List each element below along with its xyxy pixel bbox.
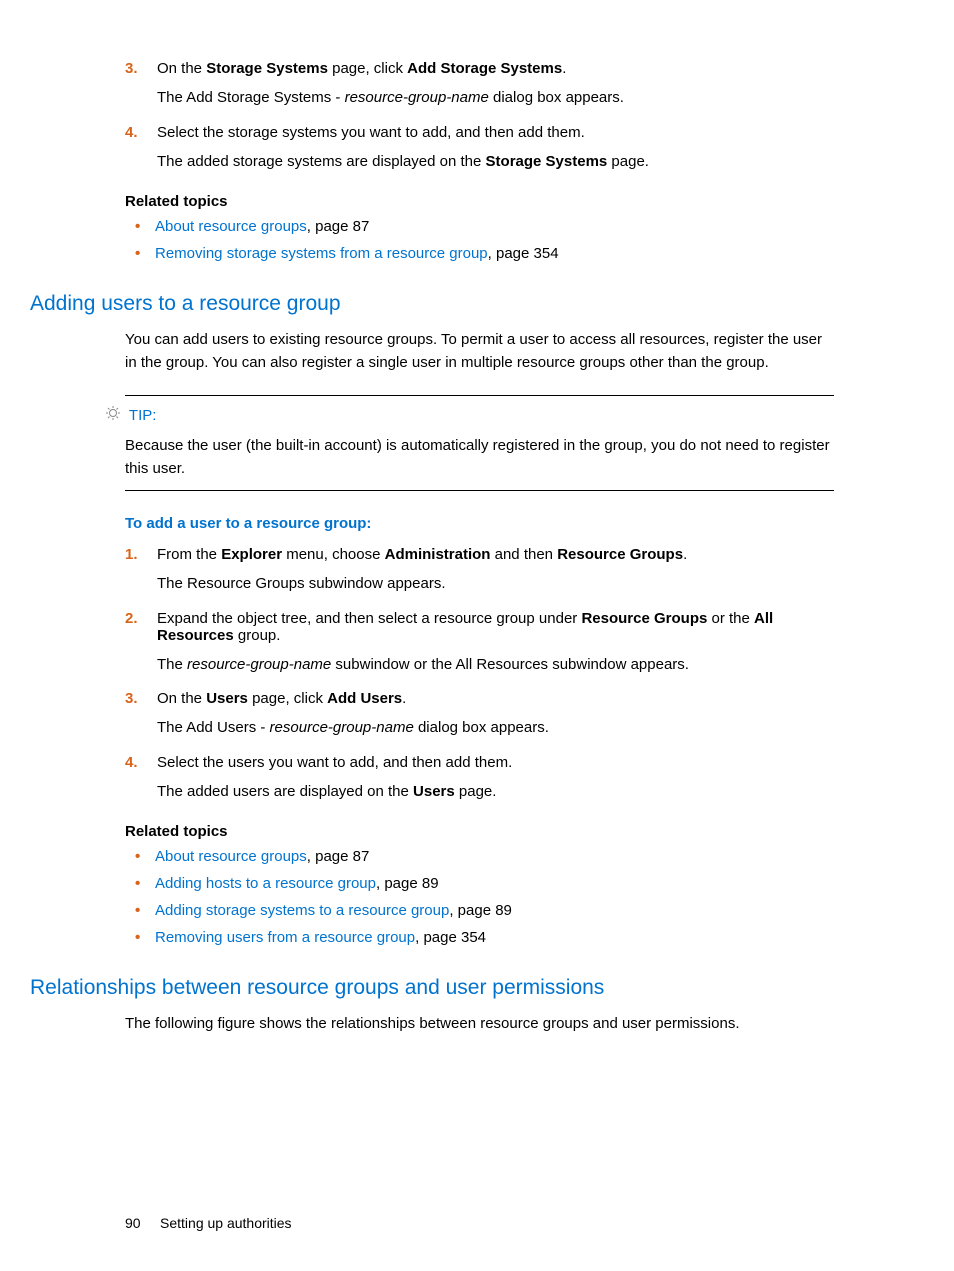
step-text: Select the storage systems you want to a… [157, 124, 585, 141]
link-about-resource-groups[interactable]: About resource groups [155, 218, 307, 235]
proc-a-step-3: On the Storage Systems page, click Add S… [125, 60, 834, 110]
list-item: About resource groups, page 87 [125, 848, 834, 865]
section-paragraph: You can add users to existing resource g… [125, 328, 834, 375]
link-adding-hosts[interactable]: Adding hosts to a resource group [155, 875, 376, 892]
proc-b-step-3: On the Users page, click Add Users. The … [125, 690, 834, 740]
proc-a-step-4: Select the storage systems you want to a… [125, 124, 834, 174]
lightbulb-icon [105, 406, 121, 426]
step-result: The added users are displayed on the Use… [157, 781, 834, 804]
step-result: The Resource Groups subwindow appears. [157, 573, 834, 596]
list-item: Removing users from a resource group, pa… [125, 929, 834, 946]
procedure-a: On the Storage Systems page, click Add S… [125, 60, 834, 173]
proc-b-step-1: From the Explorer menu, choose Administr… [125, 546, 834, 596]
list-item: Removing storage systems from a resource… [125, 245, 834, 262]
page-number: 90 [125, 1215, 141, 1231]
step-text: Expand the object tree, and then select … [157, 610, 773, 644]
related-topics-heading: Related topics [125, 193, 834, 210]
step-result: The added storage systems are displayed … [157, 151, 834, 174]
page-content: On the Storage Systems page, click Add S… [0, 0, 954, 1271]
link-about-resource-groups[interactable]: About resource groups [155, 848, 307, 865]
step-text: On the Users page, click Add Users. [157, 690, 406, 707]
related-topics-list-a: About resource groups, page 87 Removing … [125, 218, 834, 262]
step-text: Select the users you want to add, and th… [157, 754, 512, 771]
link-adding-storage-systems[interactable]: Adding storage systems to a resource gro… [155, 902, 449, 919]
step-text: From the Explorer menu, choose Administr… [157, 546, 687, 563]
page-footer: 90 Setting up authorities [125, 1215, 834, 1231]
list-item: About resource groups, page 87 [125, 218, 834, 235]
related-topics-list-b: About resource groups, page 87 Adding ho… [125, 848, 834, 946]
list-item: Adding storage systems to a resource gro… [125, 902, 834, 919]
step-result: The Add Users - resource-group-name dial… [157, 717, 834, 740]
step-result: The resource-group-name subwindow or the… [157, 654, 834, 677]
tip-label: TIP: [129, 406, 157, 423]
link-removing-storage-systems[interactable]: Removing storage systems from a resource… [155, 245, 488, 262]
tip-body: Because the user (the built-in account) … [125, 434, 834, 481]
procedure-heading: To add a user to a resource group: [125, 515, 834, 532]
proc-b-step-2: Expand the object tree, and then select … [125, 610, 834, 677]
proc-b-step-4: Select the users you want to add, and th… [125, 754, 834, 804]
footer-text: Setting up authorities [160, 1215, 292, 1231]
step-result: The Add Storage Systems - resource-group… [157, 87, 834, 110]
tip-box: TIP: Because the user (the built-in acco… [125, 395, 834, 492]
list-item: Adding hosts to a resource group, page 8… [125, 875, 834, 892]
section-paragraph: The following figure shows the relations… [125, 1012, 834, 1035]
step-text: On the Storage Systems page, click Add S… [157, 60, 566, 77]
procedure-b: From the Explorer menu, choose Administr… [125, 546, 834, 803]
section-heading-adding-users: Adding users to a resource group [30, 292, 834, 316]
section-heading-relationships: Relationships between resource groups an… [30, 976, 834, 1000]
link-removing-users[interactable]: Removing users from a resource group [155, 929, 415, 946]
related-topics-heading: Related topics [125, 823, 834, 840]
